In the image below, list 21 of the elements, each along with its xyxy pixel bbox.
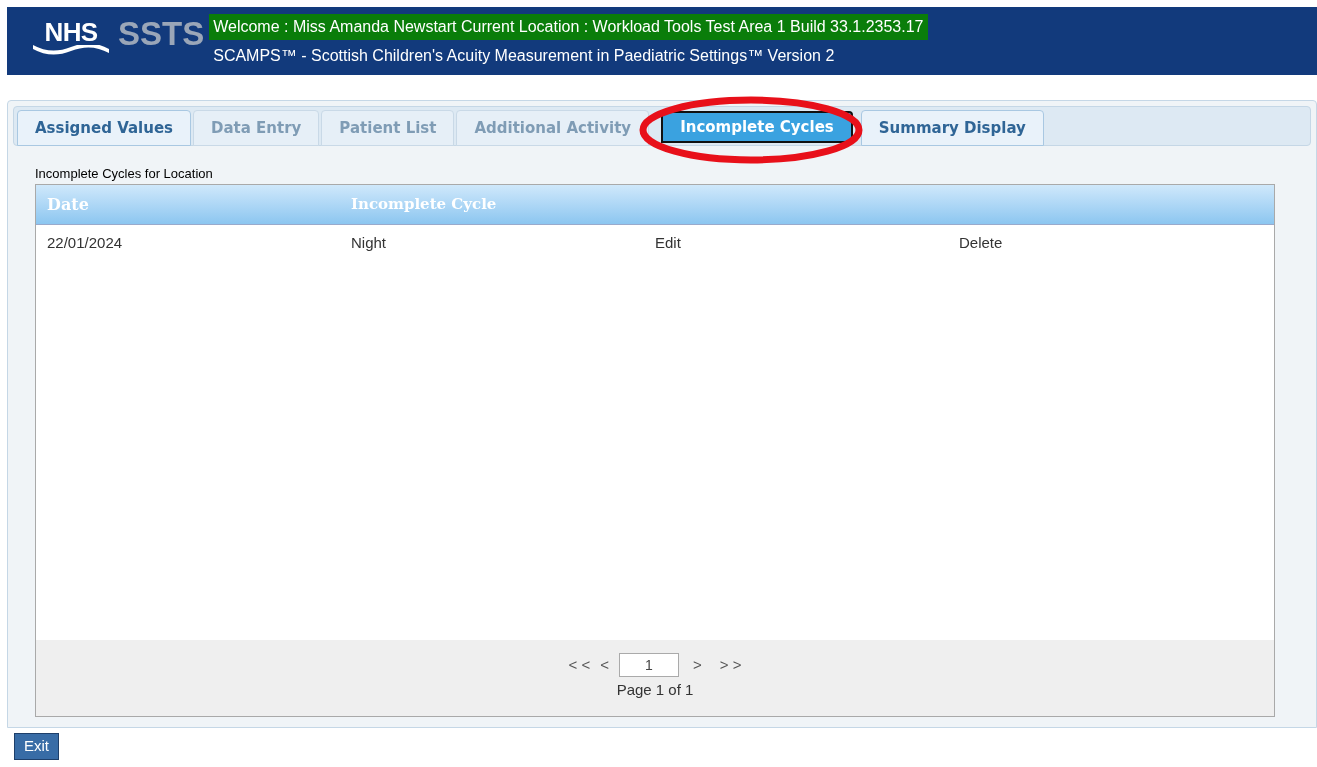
column-header: Incomplete Cycle xyxy=(351,194,498,216)
previous-page-link[interactable]: < xyxy=(600,653,609,677)
section-title: Incomplete Cycles for Location xyxy=(35,166,214,182)
tab[interactable]: Assigned Values xyxy=(17,110,191,146)
table-cell-text: Night xyxy=(351,232,387,253)
app-subtitle: SCAMPS™ - Scottish Children's Acuity Measurement in Paediatric Settings™ Version 2 xyxy=(213,46,835,66)
page-number-field[interactable]: 1 xyxy=(619,653,679,677)
logo-text: SSTS xyxy=(118,19,205,49)
logo-text: NHS xyxy=(44,19,98,45)
first-page-link[interactable]: < < xyxy=(568,653,591,677)
tab[interactable]: Summary Display xyxy=(860,110,1044,146)
swoosh-icon xyxy=(31,45,111,57)
exit-button[interactable]: Exit xyxy=(14,733,59,760)
next-page-link[interactable]: > xyxy=(693,653,702,677)
column-header: Date xyxy=(47,193,90,216)
welcome-banner: Welcome : Miss Amanda Newstart Current Location : Workload Tools Test Area 1 Build 33.1.2353.17 xyxy=(209,14,928,40)
delete-link[interactable]: Delete xyxy=(959,231,1003,255)
edit-link[interactable]: Edit xyxy=(655,231,681,255)
page-indicator: Page 1 of 1 xyxy=(616,680,694,700)
last-page-link[interactable]: > > xyxy=(719,653,742,677)
table-cell-text: 22/01/2024 xyxy=(47,232,123,253)
